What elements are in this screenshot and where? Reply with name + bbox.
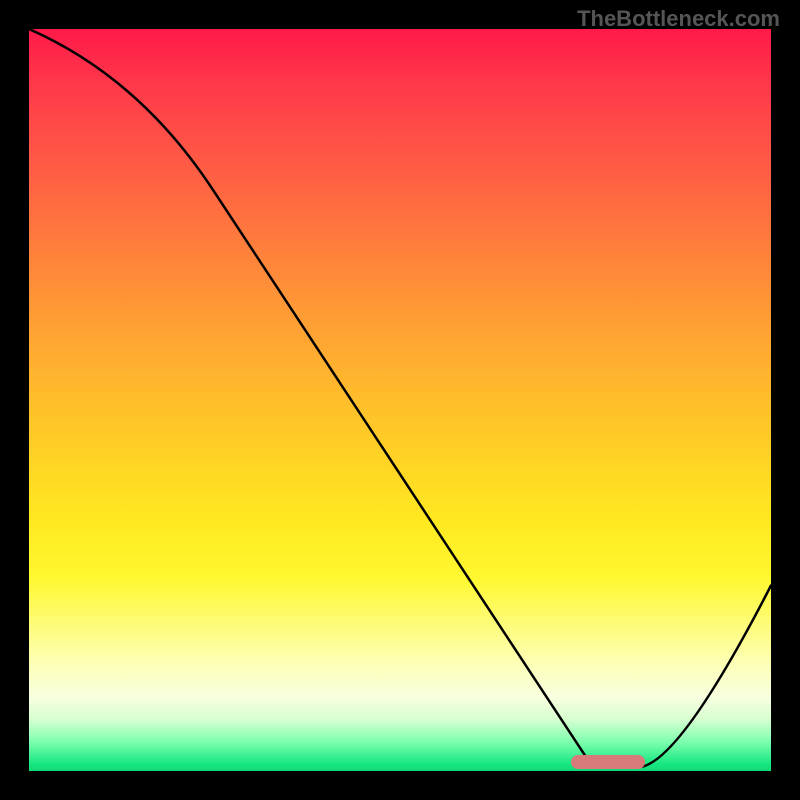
watermark-text: TheBottleneck.com <box>577 6 780 32</box>
chart-plot-area <box>29 29 771 771</box>
optimal-range-marker <box>571 755 645 769</box>
bottleneck-curve <box>29 29 771 771</box>
